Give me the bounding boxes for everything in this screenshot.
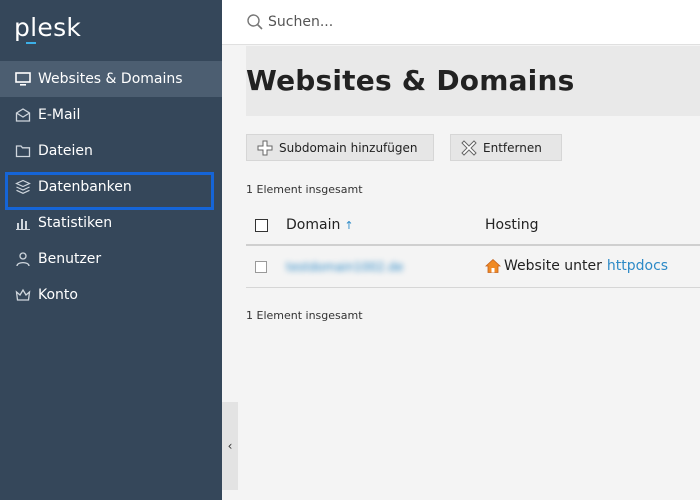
add-subdomain-button[interactable]: Subdomain hinzufügen [246,134,434,161]
mail-icon [14,106,32,124]
element-count-bottom: 1 Element insgesamt [246,309,363,322]
sidebar: plesk Websites & Domains E-Mail Dateien … [0,0,222,500]
sidebar-collapse-handle[interactable]: ‹ [222,402,238,490]
sidebar-item-websites-domains[interactable]: Websites & Domains [0,61,222,97]
domain-link[interactable]: testdomain1002.de [286,260,403,274]
sidebar-item-statistics[interactable]: Statistiken [0,205,222,241]
bar-chart-icon [14,214,32,232]
folder-icon [14,142,32,160]
table-header: Domain ↑ Hosting [246,206,700,246]
user-icon [14,250,32,268]
chevron-left-icon: ‹ [227,439,233,453]
sidebar-item-label: Dateien [38,143,93,159]
top-bar [222,0,700,45]
sidebar-item-label: Websites & Domains [38,71,183,87]
logo-accent [26,42,36,44]
sidebar-item-files[interactable]: Dateien [0,133,222,169]
remove-label: Entfernen [483,140,542,155]
select-all-checkbox[interactable] [255,219,268,232]
main-content: Subdomain hinzufügen Entfernen 1 Element… [246,116,700,500]
column-header-hosting: Hosting [485,217,539,233]
monitor-icon [14,70,32,88]
sidebar-item-users[interactable]: Benutzer [0,241,222,277]
crown-icon [14,286,32,304]
element-count-top: 1 Element insgesamt [246,183,363,196]
search-icon [246,13,264,31]
page-header: Websites & Domains [246,46,700,116]
hosting-prefix: Website unter [504,258,602,274]
page-title: Websites & Domains [246,64,575,97]
sidebar-item-email[interactable]: E-Mail [0,97,222,133]
column-header-domain-label: Domain [286,217,341,233]
hosting-cell: Website unter httpdocs [485,258,668,274]
sort-ascending-icon: ↑ [344,219,354,232]
row-checkbox[interactable] [255,261,267,273]
table-row: testdomain1002.de Website unter httpdocs [246,248,700,288]
add-subdomain-label: Subdomain hinzufügen [279,140,418,155]
selection-highlight-box [5,172,214,210]
search-input[interactable] [268,9,668,35]
plus-icon [257,140,273,156]
sidebar-item-account[interactable]: Konto [0,277,222,313]
plesk-logo[interactable]: plesk [14,14,81,42]
home-icon [485,258,501,274]
column-header-domain[interactable]: Domain ↑ [286,217,354,233]
sidebar-item-label: Konto [38,287,78,303]
sidebar-item-label: Statistiken [38,215,113,231]
remove-button[interactable]: Entfernen [450,134,562,161]
httpdocs-link[interactable]: httpdocs [607,258,668,274]
remove-x-icon [461,139,477,156]
sidebar-item-label: E-Mail [38,107,81,123]
sidebar-item-label: Benutzer [38,251,102,267]
